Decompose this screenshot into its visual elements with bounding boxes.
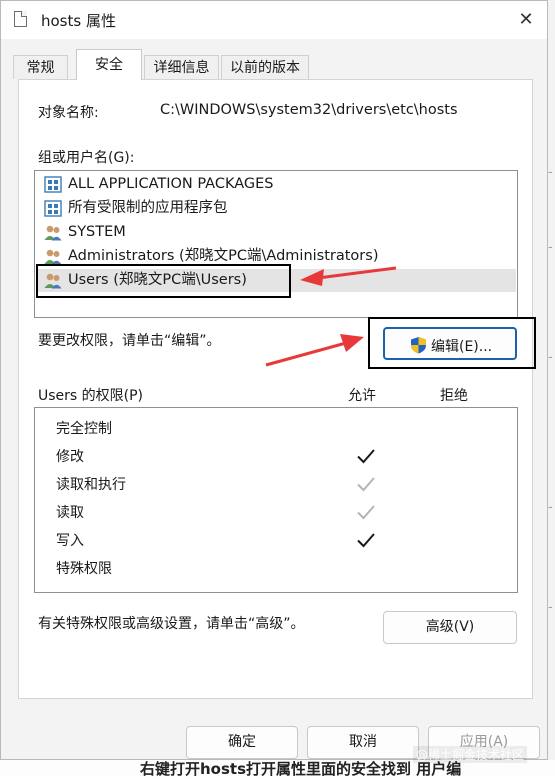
permission-list: 完全控制 修改 读取和执行 读取 写入 特殊权限 <box>34 407 518 593</box>
advanced-hint: 有关特殊权限或高级设置，请单击“高级”。 <box>38 616 305 632</box>
background-fragment: - <box>548 350 553 365</box>
allow-column-header: 允许 <box>348 388 376 404</box>
properties-dialog: hosts 属性 ✕ 常规 安全 详细信息 以前的版本 对象名称: C:\WIN… <box>0 0 548 760</box>
permission-row: 读取和执行 <box>35 470 517 498</box>
title-bar: hosts 属性 ✕ <box>1 1 547 39</box>
close-button[interactable]: ✕ <box>513 7 539 33</box>
permission-row: 特殊权限 <box>35 554 517 582</box>
annotation-highlight-edit <box>368 317 536 369</box>
permission-row: 修改 <box>35 442 517 470</box>
annotation-arrow-icon <box>265 334 364 367</box>
users-group-icon <box>44 249 62 265</box>
file-icon <box>14 11 27 27</box>
background-fragment: - <box>548 500 553 515</box>
check-icon <box>357 449 375 464</box>
dialog-title: hosts 属性 <box>41 12 116 30</box>
permission-row: 写入 <box>35 526 517 554</box>
users-group-icon <box>44 225 62 241</box>
permission-row: 完全控制 <box>35 414 517 442</box>
background-fragment: - <box>548 165 553 180</box>
annotation-arrow-icon <box>300 266 397 286</box>
annotation-highlight-users <box>36 264 291 298</box>
ok-button[interactable]: 确定 <box>186 726 298 759</box>
list-item-label: ALL APPLICATION PACKAGES <box>68 176 274 192</box>
permission-row: 读取 <box>35 498 517 526</box>
group-list-label: 组或用户名(G): <box>38 150 135 166</box>
list-item[interactable]: 所有受限制的应用程序包 <box>36 197 516 220</box>
list-item[interactable]: ALL APPLICATION PACKAGES <box>36 173 516 196</box>
list-item-label: 所有受限制的应用程序包 <box>68 200 228 216</box>
object-name-value: C:\WINDOWS\system32\drivers\etc\hosts <box>160 102 458 118</box>
advanced-button[interactable]: 高级(V) <box>383 611 517 644</box>
background-fragment: - <box>548 240 553 255</box>
list-item[interactable]: SYSTEM <box>36 221 516 244</box>
permission-name: 修改 <box>56 449 84 465</box>
tab-details[interactable]: 详细信息 <box>144 55 219 79</box>
app-package-icon <box>44 176 62 193</box>
permission-header: Users 的权限(P) <box>38 388 144 404</box>
permission-name: 特殊权限 <box>56 561 112 577</box>
object-name-label: 对象名称: <box>38 105 99 121</box>
change-permission-hint: 要更改权限，请单击“编辑”。 <box>38 333 221 349</box>
inherited-check-icon <box>357 477 375 492</box>
inherited-check-icon <box>357 505 375 520</box>
deny-column-header: 拒绝 <box>440 388 468 404</box>
permission-name: 读取和执行 <box>56 477 126 493</box>
app-package-icon <box>44 200 62 217</box>
tab-security[interactable]: 安全 <box>76 49 142 80</box>
permission-name: 完全控制 <box>56 421 112 437</box>
permission-name: 读取 <box>56 505 84 521</box>
watermark: @稀土掘金技术社区 <box>413 746 528 763</box>
cancel-button[interactable]: 取消 <box>307 726 419 759</box>
list-item-label: SYSTEM <box>68 224 126 240</box>
background-fragment: - <box>548 600 553 615</box>
tab-general[interactable]: 常规 <box>13 55 68 79</box>
tab-previous-versions[interactable]: 以前的版本 <box>221 55 309 79</box>
permission-name: 写入 <box>56 533 84 549</box>
check-icon <box>357 533 375 548</box>
